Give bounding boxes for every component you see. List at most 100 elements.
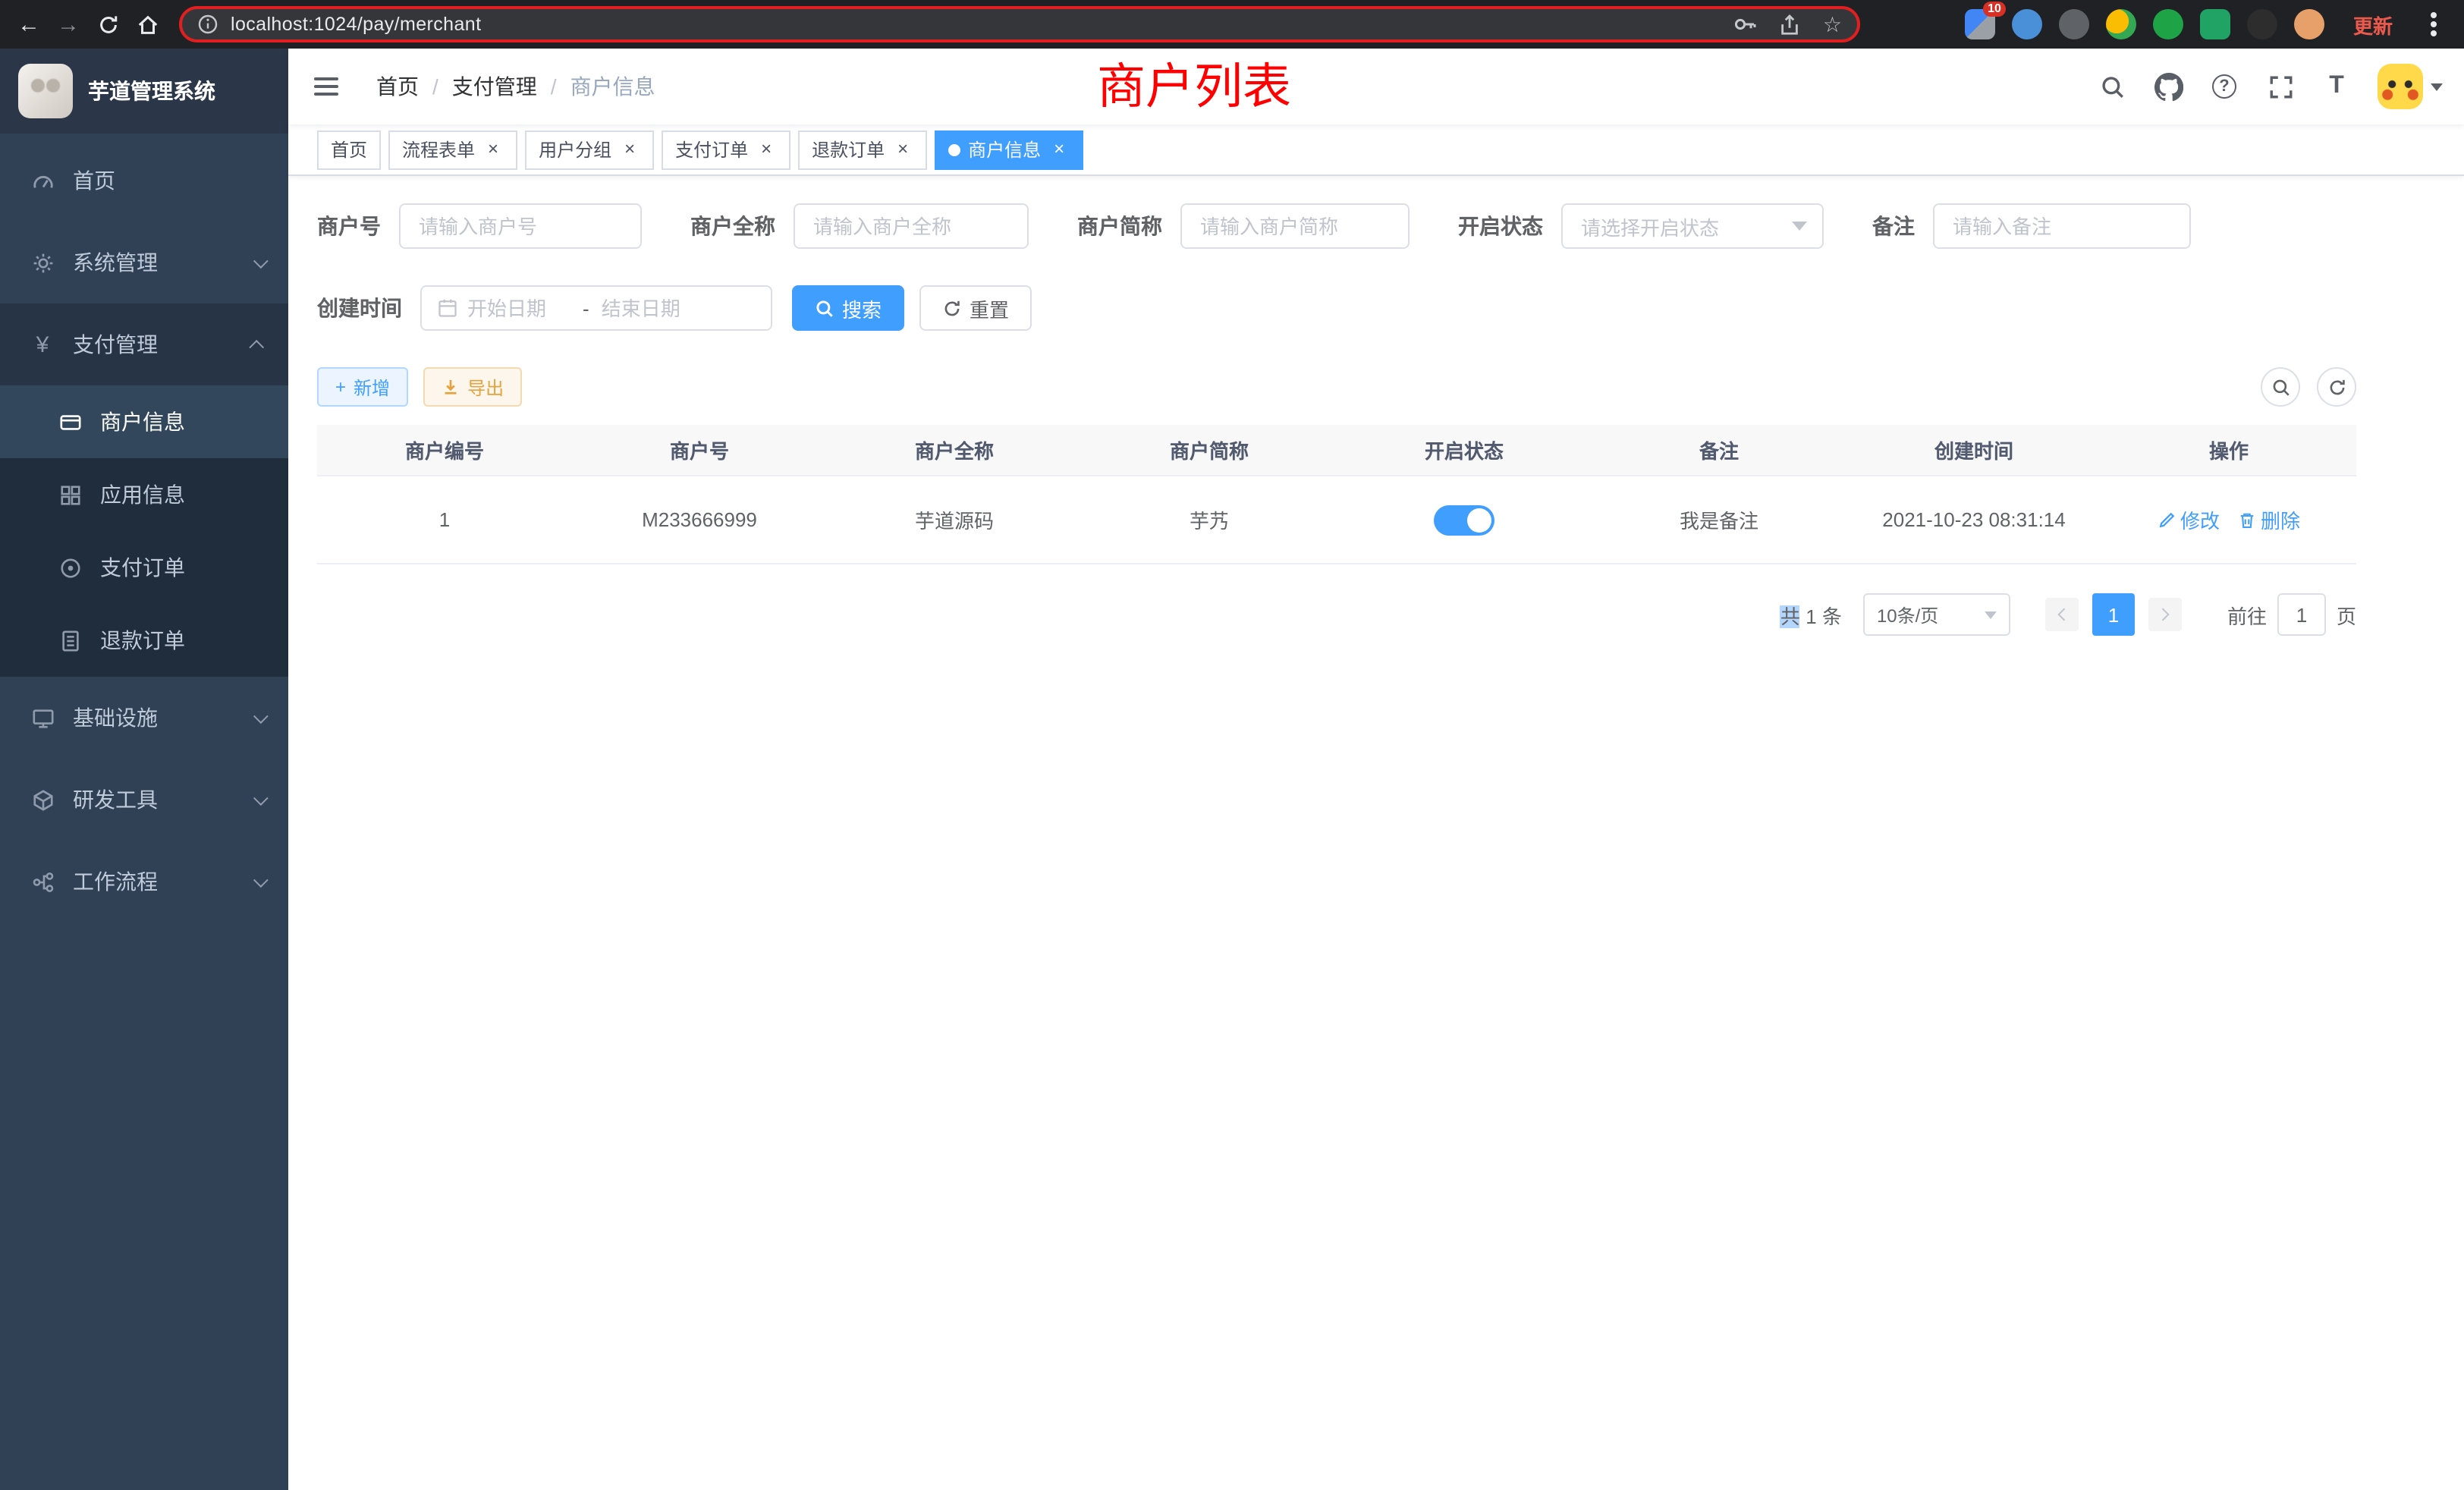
sidebar-item-label: 首页 — [73, 165, 264, 196]
extension-dark-icon[interactable] — [2247, 9, 2277, 39]
browser-toolbar: ← → localhost:1024/pay/merchant ☆ 10 — [0, 0, 2464, 49]
tab-pay-order[interactable]: 支付订单 × — [662, 130, 790, 169]
status-label: 开启状态 — [1458, 211, 1543, 241]
browser-forward-icon[interactable]: → — [49, 5, 88, 44]
short-name-label: 商户简称 — [1077, 211, 1162, 241]
sidebar-item-merchant-info[interactable]: 商户信息 — [0, 385, 288, 458]
extension-green-square-icon[interactable] — [2200, 9, 2230, 39]
status-select-placeholder: 请选择开启状态 — [1581, 212, 1719, 240]
address-bar[interactable]: localhost:1024/pay/merchant ☆ — [179, 6, 1860, 42]
next-page-button[interactable] — [2148, 598, 2182, 631]
grid-icon — [58, 483, 82, 507]
site-info-icon[interactable] — [197, 14, 218, 35]
prev-page-button[interactable] — [2045, 598, 2079, 631]
cell-full-name: 芋道源码 — [827, 505, 1082, 534]
sidebar-toggle-icon[interactable] — [288, 49, 364, 124]
delete-link[interactable]: 删除 — [2238, 505, 2300, 534]
user-menu[interactable] — [2378, 64, 2443, 109]
payment-submenu: 商户信息 应用信息 支付订单 — [0, 385, 288, 677]
sidebar-item-refund-order[interactable]: 退款订单 — [0, 604, 288, 677]
status-select[interactable]: 请选择开启状态 — [1561, 203, 1824, 249]
browser-update-button[interactable]: 更新 — [2353, 10, 2393, 39]
full-name-input[interactable] — [794, 203, 1029, 249]
close-icon[interactable]: × — [756, 139, 777, 160]
tab-user-group[interactable]: 用户分组 × — [525, 130, 654, 169]
close-icon[interactable]: × — [482, 139, 504, 160]
add-button-label: 新增 — [354, 374, 390, 400]
toggle-search-button[interactable] — [2261, 367, 2300, 407]
tab-home[interactable]: 首页 — [317, 130, 381, 169]
close-icon[interactable]: × — [892, 139, 913, 160]
fullscreen-icon[interactable] — [2265, 71, 2296, 102]
breadcrumb-home[interactable]: 首页 — [376, 71, 419, 102]
sidebar-item-app-info[interactable]: 应用信息 — [0, 458, 288, 531]
sidebar-logo[interactable]: 芋道管理系统 — [0, 49, 288, 134]
extension-green-circle-icon[interactable] — [2153, 9, 2183, 39]
search-button-label: 搜索 — [842, 294, 882, 322]
close-icon[interactable]: × — [1048, 139, 1070, 160]
extension-gray-icon[interactable] — [2059, 9, 2089, 39]
sidebar-item-system[interactable]: 系统管理 — [0, 222, 288, 303]
sidebar-item-home[interactable]: 首页 — [0, 140, 288, 222]
col-short-name: 商户简称 — [1082, 435, 1337, 464]
browser-back-icon[interactable]: ← — [9, 5, 49, 44]
end-date-input[interactable] — [602, 297, 705, 319]
close-icon[interactable]: × — [619, 139, 640, 160]
browser-menu-icon[interactable] — [2431, 21, 2437, 27]
full-name-label: 商户全称 — [690, 211, 775, 241]
sidebar-item-label: 基础设施 — [73, 703, 235, 733]
app-title: 芋道管理系统 — [88, 76, 215, 106]
extension-drop-icon[interactable] — [2012, 9, 2042, 39]
add-button[interactable]: + 新增 — [317, 367, 408, 407]
sidebar-item-pay-order[interactable]: 支付订单 — [0, 531, 288, 604]
sidebar-item-payment[interactable]: ¥ 支付管理 — [0, 303, 288, 385]
browser-home-icon[interactable] — [127, 5, 167, 44]
bookmark-star-icon[interactable]: ☆ — [1823, 11, 1842, 37]
page-number-1[interactable]: 1 — [2092, 593, 2135, 636]
logo-avatar — [18, 64, 73, 118]
browser-reload-icon[interactable] — [88, 5, 127, 44]
remark-input[interactable] — [1933, 203, 2191, 249]
document-icon — [58, 628, 82, 652]
help-icon[interactable]: ? — [2209, 71, 2239, 102]
status-toggle[interactable] — [1434, 505, 1494, 535]
extension-icon[interactable]: 10 — [1965, 9, 1995, 39]
target-icon — [58, 555, 82, 580]
extension-avatar-icon[interactable] — [2106, 9, 2136, 39]
date-range-picker[interactable]: - — [420, 285, 772, 331]
page-size-select[interactable]: 10条/页 — [1863, 593, 2010, 636]
share-icon[interactable] — [1779, 13, 1802, 36]
extensions-area: 10 更新 — [1860, 9, 2449, 39]
github-icon[interactable] — [2153, 71, 2183, 102]
sidebar-item-dev-tools[interactable]: 研发工具 — [0, 759, 288, 841]
chevron-up-icon — [249, 339, 264, 354]
pagination: 共 1 条 10条/页 1 前往 页 — [317, 593, 2356, 636]
tab-process-form[interactable]: 流程表单 × — [388, 130, 517, 169]
password-key-icon[interactable] — [1733, 12, 1758, 36]
sidebar-item-workflow[interactable]: 工作流程 — [0, 841, 288, 923]
table-toolbar: + 新增 导出 — [317, 367, 2356, 407]
sidebar-item-infrastructure[interactable]: 基础设施 — [0, 677, 288, 759]
edit-icon — [2158, 511, 2176, 529]
export-button[interactable]: 导出 — [423, 367, 522, 407]
breadcrumb-payment[interactable]: 支付管理 — [452, 71, 537, 102]
col-status: 开启状态 — [1337, 435, 1592, 464]
reset-button[interactable]: 重置 — [919, 285, 1032, 331]
chevron-down-icon — [253, 872, 269, 887]
search-button[interactable]: 搜索 — [792, 285, 904, 331]
extension-profile-icon[interactable] — [2294, 9, 2324, 39]
short-name-input[interactable] — [1180, 203, 1410, 249]
refresh-table-button[interactable] — [2317, 367, 2356, 407]
tab-merchant-info[interactable]: 商户信息 × — [935, 130, 1083, 169]
goto-page-input[interactable] — [2277, 593, 2326, 636]
total-count: 1 — [1806, 605, 1816, 627]
edit-link[interactable]: 修改 — [2158, 505, 2220, 534]
search-icon[interactable] — [2097, 71, 2127, 102]
url-text: localhost:1024/pay/merchant — [231, 14, 481, 35]
chevron-down-icon — [253, 708, 269, 723]
dashboard-icon — [30, 168, 55, 193]
merchant-no-input[interactable] — [399, 203, 642, 249]
start-date-input[interactable] — [467, 297, 570, 319]
font-size-icon[interactable]: T — [2321, 71, 2352, 102]
tab-refund-order[interactable]: 退款订单 × — [798, 130, 927, 169]
